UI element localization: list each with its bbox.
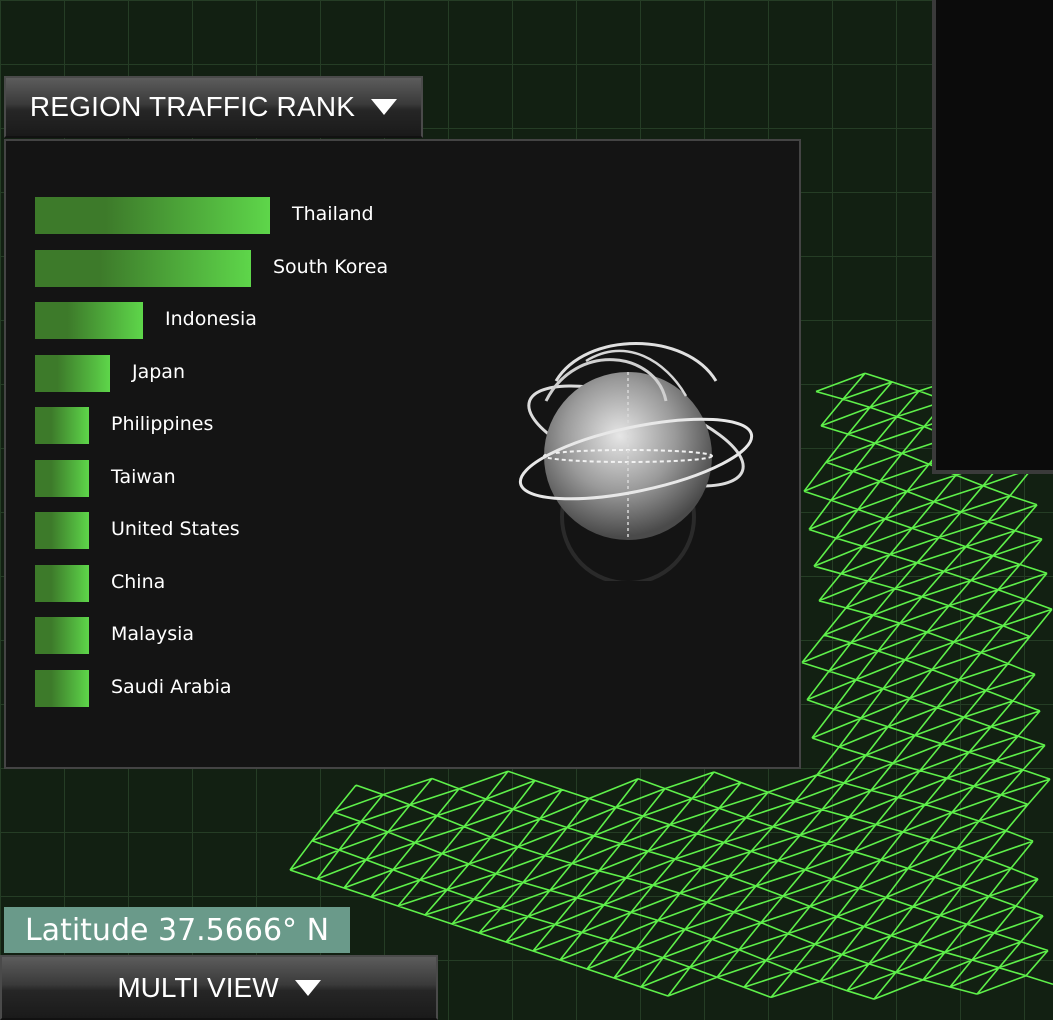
rank-label: Philippines <box>111 413 214 435</box>
rank-bar <box>35 407 89 444</box>
region-traffic-rank-dropdown[interactable]: REGION TRAFFIC RANK <box>4 76 423 138</box>
globe-icon <box>516 341 756 585</box>
caret-down-icon <box>294 979 321 996</box>
rank-label: United States <box>111 518 240 540</box>
rank-label: Indonesia <box>165 308 257 330</box>
rank-label: South Korea <box>273 255 389 278</box>
rank-bar <box>35 512 89 549</box>
region-traffic-rank-panel: Thailand South Korea Indonesia Japan Philipp… <box>4 139 801 769</box>
rank-label: Taiwan <box>111 465 176 488</box>
rank-bar <box>35 249 251 287</box>
caret-down-icon <box>371 99 398 115</box>
rank-label: China <box>111 570 166 593</box>
rank-bar <box>35 302 143 339</box>
multi-view-dropdown[interactable]: MULTI VIEW <box>0 955 438 1020</box>
rank-label: Japan <box>132 360 185 383</box>
secondary-view-panel <box>932 0 1053 474</box>
multi-view-label: MULTI VIEW <box>117 971 279 1003</box>
rank-label: Malaysia <box>111 623 195 645</box>
rank-bar <box>35 617 89 654</box>
rank-panel-title: REGION TRAFFIC RANK <box>29 91 356 122</box>
rank-bar <box>35 564 89 602</box>
rank-bar <box>35 459 89 497</box>
rank-label: Saudi Arabia <box>111 675 232 698</box>
rank-bar <box>35 669 89 707</box>
rank-bar <box>35 354 110 392</box>
latitude-readout: Latitude 37.5666° N <box>4 907 350 953</box>
rank-bar <box>35 197 270 234</box>
rank-label: Thailand <box>292 203 374 225</box>
